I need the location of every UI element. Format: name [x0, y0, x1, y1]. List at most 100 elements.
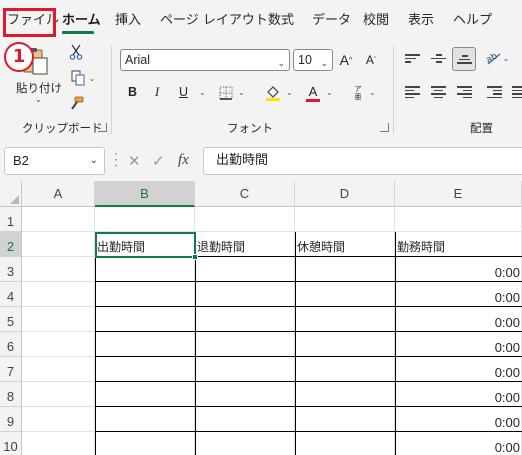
cell-c2[interactable]: 退勤時間	[195, 232, 295, 257]
decrease-font-size-button[interactable]: Aˇ	[362, 50, 380, 70]
tab-page-layout[interactable]: ページ レイアウト	[160, 13, 268, 29]
select-all-button[interactable]	[0, 181, 22, 207]
cell-d2[interactable]: 休憩時間	[295, 232, 395, 257]
column-header-e[interactable]: E	[395, 181, 522, 207]
cell-b8[interactable]	[95, 382, 195, 407]
font-launcher-icon[interactable]	[380, 123, 389, 132]
cell-d5[interactable]	[295, 307, 395, 332]
cell-a2[interactable]	[22, 232, 95, 257]
cell-c9[interactable]	[195, 407, 295, 432]
row-header-7[interactable]: 7	[0, 357, 22, 382]
cell-e3[interactable]: 0:00	[395, 257, 522, 282]
cell-c1[interactable]	[195, 207, 295, 232]
cell-d7[interactable]	[295, 357, 395, 382]
row-header-4[interactable]: 4	[0, 282, 22, 307]
cell-e6[interactable]: 0:00	[395, 332, 522, 357]
insert-function-icon[interactable]: fx	[178, 152, 189, 169]
font-name-select[interactable]: Arial ⌄	[120, 49, 290, 71]
orientation-button[interactable]: ab ⌄	[482, 48, 512, 68]
underline-button[interactable]: U	[179, 85, 188, 99]
bold-button[interactable]: B	[128, 85, 137, 99]
cell-a1[interactable]	[22, 207, 95, 232]
cell-d8[interactable]	[295, 382, 395, 407]
fill-handle[interactable]	[192, 254, 198, 260]
cell-b4[interactable]	[95, 282, 195, 307]
column-header-c[interactable]: C	[195, 181, 295, 207]
row-header-10[interactable]: 10	[0, 432, 22, 455]
fill-color-button[interactable]	[264, 83, 282, 103]
drag-handle-icon[interactable]: · · ·	[114, 148, 118, 172]
cell-b6[interactable]	[95, 332, 195, 357]
cell-e1[interactable]	[395, 207, 522, 232]
cell-b5[interactable]	[95, 307, 195, 332]
column-header-d[interactable]: D	[295, 181, 395, 207]
cell-a6[interactable]	[22, 332, 95, 357]
cell-e2[interactable]: 勤務時間	[395, 232, 522, 257]
align-center-button[interactable]	[431, 86, 446, 98]
cell-a3[interactable]	[22, 257, 95, 282]
row-header-8[interactable]: 8	[0, 382, 22, 407]
font-color-button[interactable]: A	[304, 83, 322, 103]
row-header-2[interactable]: 2	[0, 232, 22, 257]
cell-d10[interactable]	[295, 432, 395, 455]
cancel-icon[interactable]: ✕	[128, 152, 141, 170]
column-header-a[interactable]: A	[22, 181, 95, 207]
decrease-indent-button[interactable]	[487, 86, 502, 98]
tab-home[interactable]: ホーム	[62, 13, 101, 29]
cell-c8[interactable]	[195, 382, 295, 407]
cut-button[interactable]	[66, 42, 86, 62]
phonetic-guide-button[interactable]: ア亜	[350, 82, 366, 104]
cell-a8[interactable]	[22, 382, 95, 407]
copy-button[interactable]: ⌄	[66, 68, 100, 88]
name-box[interactable]: B2 ⌄	[4, 147, 105, 175]
cell-d1[interactable]	[295, 207, 395, 232]
tab-review[interactable]: 校閲	[363, 13, 389, 29]
cell-a7[interactable]	[22, 357, 95, 382]
cell-c4[interactable]	[195, 282, 295, 307]
cell-c6[interactable]	[195, 332, 295, 357]
formula-input[interactable]: 出勤時間	[203, 147, 522, 175]
tab-formulas[interactable]: 数式	[268, 13, 294, 29]
cell-a4[interactable]	[22, 282, 95, 307]
format-painter-button[interactable]	[66, 94, 86, 114]
cell-e8[interactable]: 0:00	[395, 382, 522, 407]
cell-e5[interactable]: 0:00	[395, 307, 522, 332]
cell-b9[interactable]	[95, 407, 195, 432]
cell-c5[interactable]	[195, 307, 295, 332]
cell-e7[interactable]: 0:00	[395, 357, 522, 382]
tab-view[interactable]: 表示	[408, 13, 434, 29]
align-left-button[interactable]	[405, 86, 420, 98]
align-right-button[interactable]	[457, 86, 472, 98]
borders-button[interactable]	[218, 85, 234, 101]
cell-a5[interactable]	[22, 307, 95, 332]
cell-d4[interactable]	[295, 282, 395, 307]
increase-font-size-button[interactable]: A ^	[337, 50, 355, 70]
increase-indent-button[interactable]	[512, 86, 522, 98]
clipboard-launcher-icon[interactable]	[98, 123, 107, 132]
cell-b3[interactable]	[95, 257, 195, 282]
row-header-6[interactable]: 6	[0, 332, 22, 357]
cell-b10[interactable]	[95, 432, 195, 455]
tab-insert[interactable]: 挿入	[115, 13, 141, 29]
tab-help[interactable]: ヘルプ	[453, 13, 492, 29]
row-header-3[interactable]: 3	[0, 257, 22, 282]
cell-b1[interactable]	[95, 207, 195, 232]
enter-icon[interactable]: ✓	[152, 152, 165, 170]
font-size-select[interactable]: 10 ⌄	[293, 49, 333, 71]
align-bottom-button[interactable]	[452, 47, 476, 71]
row-header-1[interactable]: 1	[0, 207, 22, 232]
italic-button[interactable]: I	[155, 85, 159, 100]
cell-d6[interactable]	[295, 332, 395, 357]
row-header-5[interactable]: 5	[0, 307, 22, 332]
cell-a9[interactable]	[22, 407, 95, 432]
cell-a10[interactable]	[22, 432, 95, 455]
cell-c3[interactable]	[195, 257, 295, 282]
column-header-b[interactable]: B	[95, 181, 195, 207]
cell-e4[interactable]: 0:00	[395, 282, 522, 307]
cell-e10[interactable]: 0:00	[395, 432, 522, 455]
cell-e9[interactable]: 0:00	[395, 407, 522, 432]
cell-d3[interactable]	[295, 257, 395, 282]
cell-c10[interactable]	[195, 432, 295, 455]
tab-data[interactable]: データ	[312, 13, 351, 29]
align-middle-button[interactable]	[431, 54, 446, 66]
